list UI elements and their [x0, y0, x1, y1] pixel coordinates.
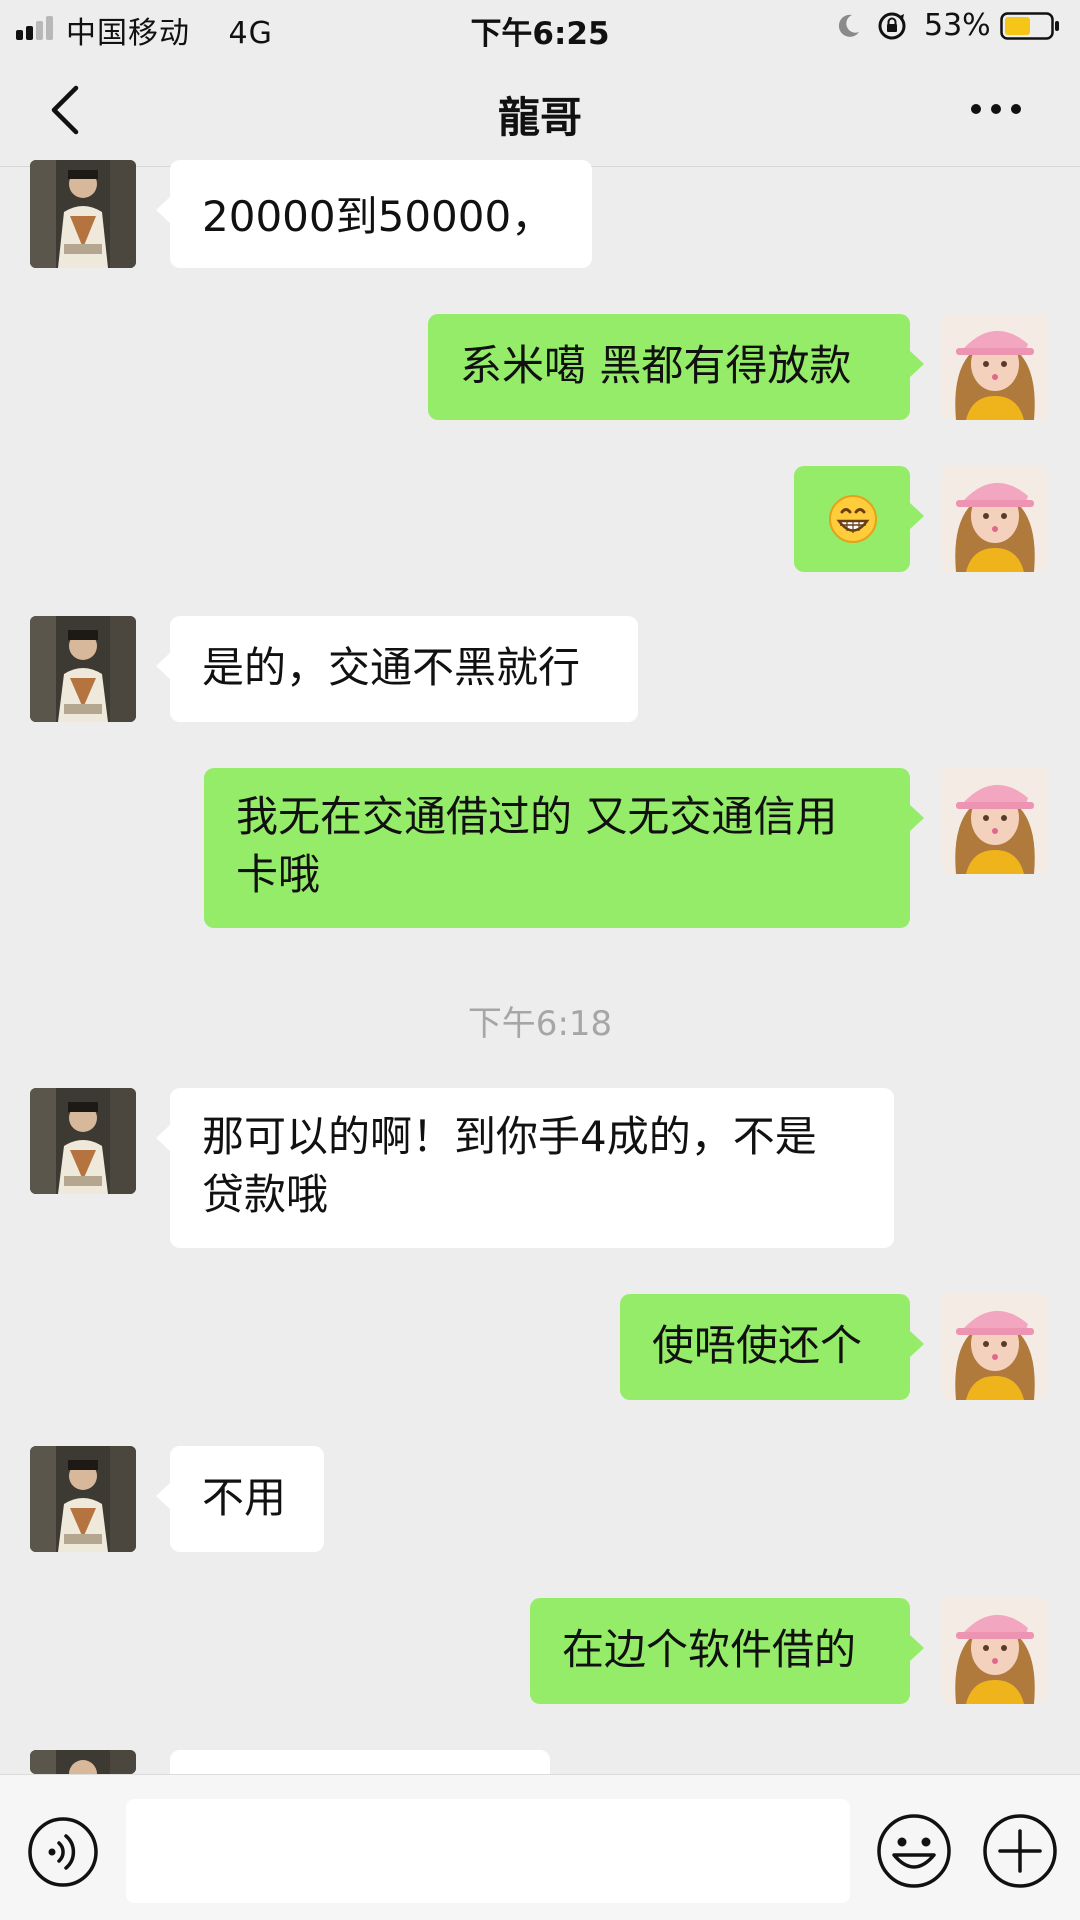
incoming-message — [170, 1750, 550, 1774]
message-text: 在边个软件借的 — [562, 1625, 857, 1674]
message-input[interactable] — [126, 1799, 850, 1903]
message-line: 我无在交通借过的 又无交通信用 — [236, 792, 838, 841]
my-avatar[interactable] — [942, 768, 1048, 874]
rotation-lock-icon — [878, 12, 906, 40]
message-text: 系米噶 黑都有得放款 — [460, 341, 852, 390]
message-text: 不用 — [202, 1473, 287, 1522]
status-time: 下午6:25 — [470, 16, 610, 52]
outgoing-message — [794, 466, 924, 572]
input-bar — [0, 1774, 1080, 1920]
contact-avatar[interactable] — [30, 616, 136, 722]
my-avatar[interactable] — [942, 1294, 1048, 1400]
moon-icon — [838, 14, 859, 37]
incoming-message: 20000到50000， — [156, 160, 592, 268]
message-timestamp: 下午6:18 — [467, 1004, 613, 1044]
emoji-icon[interactable] — [874, 1811, 954, 1891]
chat-title: 龍哥 — [497, 93, 582, 142]
message-line: 贷款哦 — [202, 1170, 329, 1219]
more-dots-icon[interactable] — [968, 94, 1024, 124]
outgoing-message: 系米噶 黑都有得放款 — [428, 314, 924, 420]
battery-percent: 53% — [924, 8, 991, 43]
my-avatar[interactable] — [942, 314, 1048, 420]
voice-icon[interactable] — [26, 1815, 100, 1889]
nav-bar: 龍哥 — [0, 54, 1080, 167]
message-line: 卡哦 — [236, 850, 321, 899]
contact-avatar[interactable] — [30, 1750, 136, 1774]
message-text: 20000到50000， — [202, 192, 554, 241]
incoming-message: 那可以的啊！到你手4成的，不是 贷款哦 — [156, 1088, 894, 1248]
my-avatar[interactable] — [942, 466, 1048, 572]
contact-avatar[interactable] — [30, 160, 136, 268]
outgoing-message: 使唔使还个 — [620, 1294, 924, 1400]
battery-icon — [1000, 12, 1059, 40]
message-text: 使唔使还个 — [652, 1321, 863, 1370]
contact-avatar[interactable] — [30, 1088, 136, 1194]
outgoing-message: 我无在交通借过的 又无交通信用 卡哦 — [204, 768, 924, 928]
my-avatar[interactable] — [942, 1598, 1048, 1704]
status-bar: 中国移动 4G 下午6:25 53% — [0, 0, 1080, 54]
contact-avatar[interactable] — [30, 1446, 136, 1552]
message-line: 那可以的啊！到你手4成的，不是 — [202, 1112, 817, 1161]
outgoing-message: 在边个软件借的 — [530, 1598, 924, 1704]
chat-screen: 中国移动 4G 下午6:25 53% 龍哥 20000到50000， 系米噶 黑… — [0, 0, 1080, 1920]
incoming-message: 是的，交通不黑就行 — [156, 616, 638, 722]
plus-icon[interactable] — [980, 1811, 1060, 1891]
message-text: 是的，交通不黑就行 — [202, 643, 581, 692]
grinning-face-icon — [829, 495, 877, 543]
incoming-message: 不用 — [156, 1446, 324, 1552]
